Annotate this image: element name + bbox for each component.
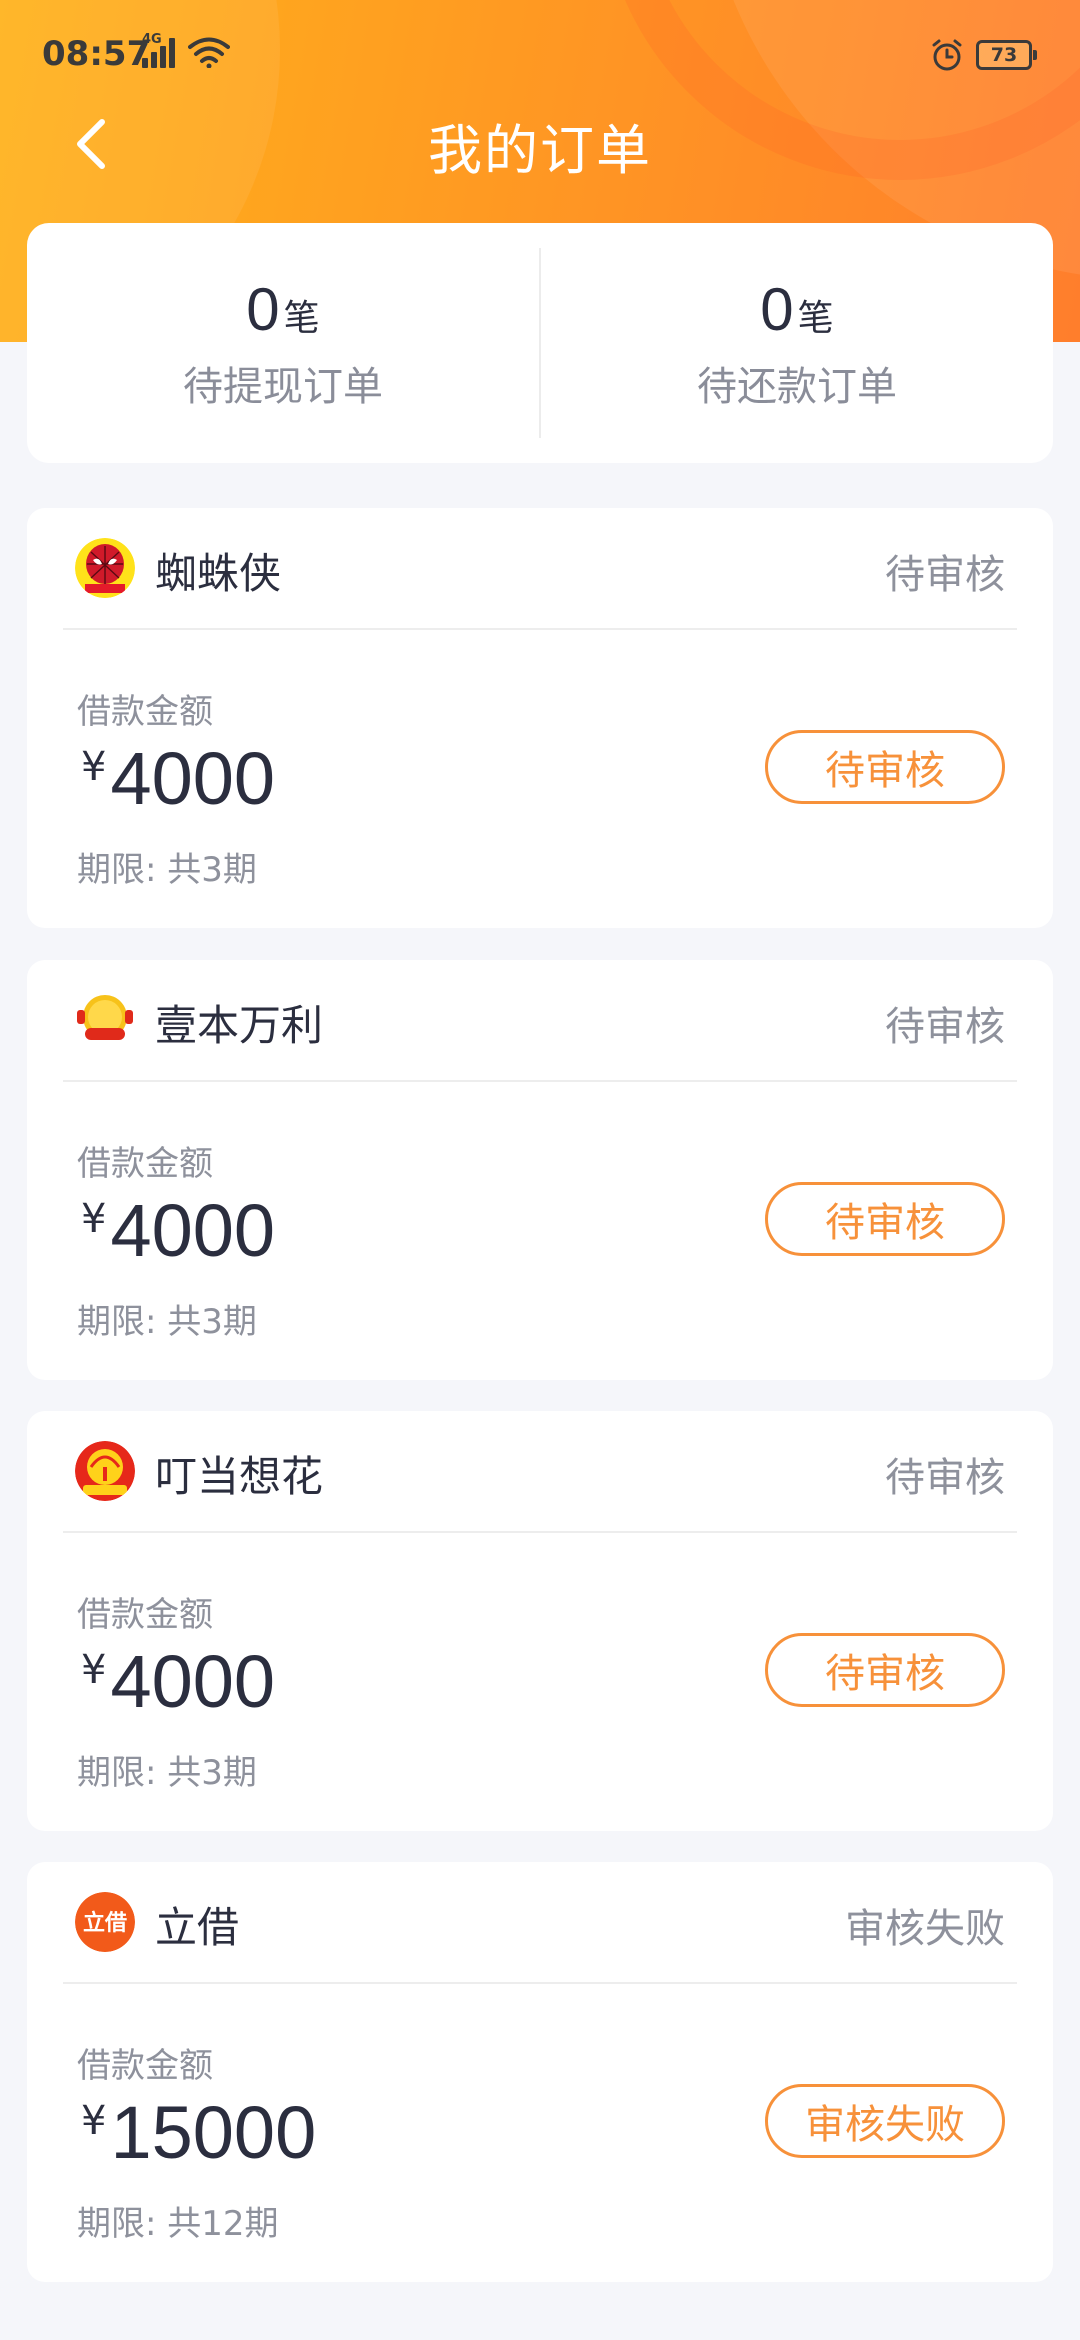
network-type: 4G <box>142 32 162 47</box>
order-card-header: 蜘蛛侠 待审核 <box>27 508 1053 630</box>
amount-value: 4000 <box>110 1640 276 1723</box>
status-button[interactable]: 待审核 <box>765 1182 1005 1256</box>
loan-term: 期限: 共3期 <box>77 1753 257 1793</box>
battery-icon: 73 <box>976 40 1037 70</box>
status-button[interactable]: 待审核 <box>765 1633 1005 1707</box>
loan-amount: ¥ 4000 <box>81 1639 275 1724</box>
wifi-icon <box>188 37 230 68</box>
order-card[interactable]: 叮当想花 待审核 借款金额 ¥ 4000 期限: 共3期 待审核 <box>27 1411 1053 1831</box>
order-card-header: 叮当想花 待审核 <box>27 1411 1053 1533</box>
amount-value: 4000 <box>110 1189 276 1272</box>
pending-withdraw-summary[interactable]: 0 笔 待提现订单 <box>27 223 539 463</box>
currency-symbol: ¥ <box>81 1647 107 1693</box>
orders-page: 08:57 4G 73 我的订单 0 笔 待提现订单 0 笔 待还款订单 蜘蛛侠… <box>0 0 1080 2340</box>
loan-amount: ¥ 4000 <box>81 736 275 821</box>
signal-icon: 4G <box>142 32 184 68</box>
count-unit: 笔 <box>797 297 834 339</box>
lijie-logo-icon: 立借 <box>75 1892 135 1952</box>
amount-label: 借款金额 <box>77 1595 213 1635</box>
dingdang-logo-icon <box>75 1441 135 1501</box>
order-summary-card: 0 笔 待提现订单 0 笔 待还款订单 <box>27 223 1053 463</box>
page-title: 我的订单 <box>428 119 652 182</box>
amount-label: 借款金额 <box>77 692 213 732</box>
loan-term: 期限: 共3期 <box>77 1302 257 1342</box>
app-name: 壹本万利 <box>155 1001 324 1050</box>
pending-repay-summary[interactable]: 0 笔 待还款订单 <box>541 223 1053 463</box>
status-bar: 08:57 4G 73 <box>0 0 1080 110</box>
order-status: 审核失败 <box>845 1906 1005 1952</box>
loan-term: 期限: 共12期 <box>77 2204 279 2244</box>
app-name: 立借 <box>155 1903 240 1952</box>
currency-symbol: ¥ <box>81 2098 107 2144</box>
pending-repay-label: 待还款订单 <box>697 363 897 410</box>
loan-term: 期限: 共3期 <box>77 850 257 890</box>
app-name: 叮当想花 <box>155 1452 324 1501</box>
amount-value: 4000 <box>110 737 276 820</box>
order-card-header: 壹本万利 待审核 <box>27 960 1053 1082</box>
spiderman-logo-icon <box>75 538 135 598</box>
divider <box>63 1080 1017 1082</box>
amount-label: 借款金额 <box>77 2046 213 2086</box>
order-status: 待审核 <box>885 1004 1005 1050</box>
alarm-icon <box>932 39 962 71</box>
status-time: 08:57 <box>42 34 151 74</box>
divider <box>63 628 1017 630</box>
order-status: 待审核 <box>885 1455 1005 1501</box>
amount-label: 借款金额 <box>77 1144 213 1184</box>
currency-symbol: ¥ <box>81 1196 107 1242</box>
order-card[interactable]: 壹本万利 待审核 借款金额 ¥ 4000 期限: 共3期 待审核 <box>27 960 1053 1380</box>
order-card-header: 立借 立借 审核失败 <box>27 1862 1053 1984</box>
status-button[interactable]: 审核失败 <box>765 2084 1005 2158</box>
divider <box>63 1531 1017 1533</box>
amount-value: 15000 <box>110 2091 317 2174</box>
order-status: 待审核 <box>885 552 1005 598</box>
currency-symbol: ¥ <box>81 744 107 790</box>
app-name: 蜘蛛侠 <box>155 549 282 598</box>
loan-amount: ¥ 15000 <box>81 2090 316 2175</box>
pending-repay-count: 0 <box>760 275 794 343</box>
order-card[interactable]: 蜘蛛侠 待审核 借款金额 ¥ 4000 期限: 共3期 待审核 <box>27 508 1053 928</box>
pending-withdraw-count: 0 <box>246 275 280 343</box>
count-unit: 笔 <box>283 297 320 339</box>
lijie-logo-text: 立借 <box>83 1910 127 1936</box>
status-button[interactable]: 待审核 <box>765 730 1005 804</box>
loan-amount: ¥ 4000 <box>81 1188 275 1273</box>
divider <box>63 1982 1017 1984</box>
pending-withdraw-label: 待提现订单 <box>183 363 383 410</box>
battery-level: 73 <box>990 44 1018 66</box>
order-card[interactable]: 立借 立借 审核失败 借款金额 ¥ 15000 期限: 共12期 审核失败 <box>27 1862 1053 2282</box>
yibenwanli-logo-icon <box>75 990 135 1050</box>
